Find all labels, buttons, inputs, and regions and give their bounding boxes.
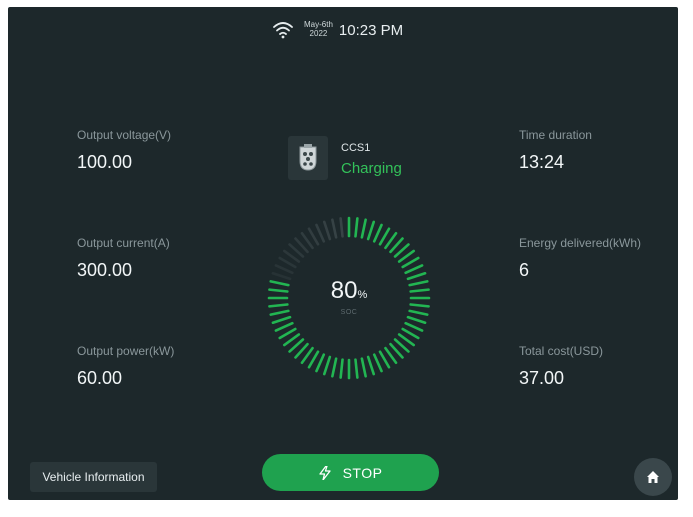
stop-label: STOP [342,464,383,481]
wifi-icon [273,22,293,39]
gauge-tick-active [401,256,420,269]
gauge-tick-inactive [331,218,338,239]
metric-label: Energy delivered(kWh) [519,236,642,250]
metric-time-duration: Time duration 13:24 [519,128,592,173]
gauge-tick-inactive [278,256,297,269]
metric-value: 60.00 [77,368,123,388]
stop-button[interactable]: STOP [262,454,439,491]
metric-output-voltage: Output voltage(V) 100.00 [77,128,171,173]
date-display: May-6th 2022 [304,20,333,38]
metric-energy-delivered: Energy delivered(kWh) 6 [519,236,641,281]
gauge-tick-active [339,358,344,379]
gauge-tick-inactive [307,227,320,246]
metric-label: Output power(kW) [77,344,175,358]
gauge-tick-active [331,357,338,378]
gauge-tick-active [401,327,420,340]
gauge-tick-active [404,321,424,332]
gauge-tick-active [315,353,326,373]
metric-label: Output current(A) [77,236,170,250]
gauge-tick-inactive [339,217,344,238]
gauge-tick-active [307,350,320,369]
gauge-tick-active [360,357,367,378]
gauge-tick-inactive [315,223,326,243]
gauge-tick-active [274,321,294,332]
metric-value: 300.00 [77,260,133,280]
metric-label: Total cost(USD) [519,344,604,358]
gauge-tick-active [404,264,424,275]
metric-value: 13:24 [519,152,565,172]
clock-time: 10:23 PM [338,21,404,39]
soc-value: 80 [330,277,358,304]
gauge-tick-active [372,353,383,373]
gauge-tick-active [378,227,391,246]
gauge-tick-active [271,315,292,325]
date-day: May-6th [304,20,333,29]
gauge-tick-active [406,315,427,325]
charging-status: Charging [341,160,402,177]
gauge-tick-inactive [322,220,332,241]
home-button[interactable] [634,458,672,496]
gauge-tick-active [322,355,332,376]
connector-chip [288,136,328,180]
soc-readout: 80% [264,277,434,305]
metric-value: 37.00 [519,368,565,388]
soc-label: SOC [340,309,358,316]
connector-name: CCS1 [341,142,371,154]
gauge-tick-active [366,355,376,376]
gauge-tick-active [366,220,376,241]
metric-label: Output voltage(V) [77,128,172,142]
gauge-tick-active [278,327,297,340]
metric-value: 100.00 [77,152,133,172]
gauge-tick-active [378,350,391,369]
metric-total-cost: Total cost(USD) 37.00 [519,344,603,389]
vehicle-information-button[interactable]: Vehicle Information [30,462,157,492]
gauge-tick-inactive [274,264,294,275]
bolt-icon [318,465,331,480]
ev-connector-icon [299,144,317,171]
gauge-tick-active [372,223,383,243]
home-icon [647,471,659,483]
metric-output-current: Output current(A) 300.00 [77,236,170,281]
metric-label: Time duration [519,128,592,142]
gauge-tick-active [354,358,359,379]
metric-value: 6 [519,260,530,280]
soc-unit: % [357,289,368,301]
charger-screen: May-6th 2022 10:23 PM Output voltage(V) … [8,7,678,500]
date-year: 2022 [309,29,328,38]
gauge-tick-active [354,217,359,238]
status-bar: May-6th 2022 10:23 PM [272,20,404,39]
metric-output-power: Output power(kW) 60.00 [77,344,174,389]
gauge-tick-active [360,218,367,239]
